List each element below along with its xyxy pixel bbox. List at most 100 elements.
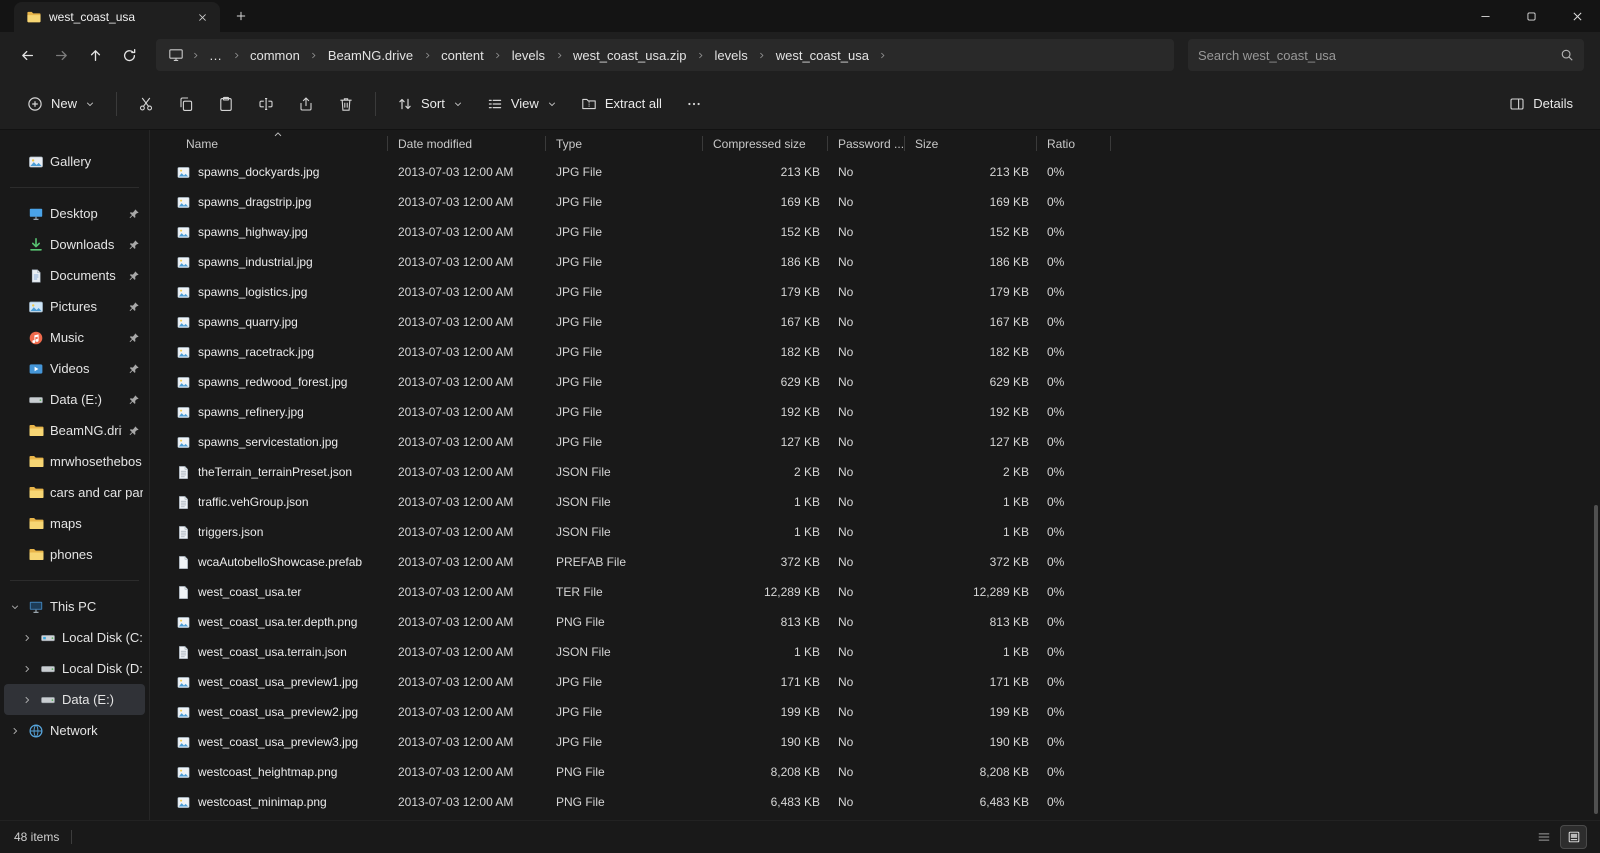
cut-button[interactable] bbox=[127, 86, 165, 122]
file-row[interactable]: spawns_industrial.jpg 2013-07-03 12:00 AM… bbox=[176, 247, 1600, 277]
search-box[interactable] bbox=[1188, 39, 1584, 71]
refresh-button[interactable] bbox=[112, 38, 146, 72]
file-compressed: 169 KB bbox=[780, 195, 820, 209]
sidebar-item-data-e[interactable]: Data (E:) bbox=[4, 684, 145, 715]
file-row[interactable]: spawns_redwood_forest.jpg 2013-07-03 12:0… bbox=[176, 367, 1600, 397]
column-header-password[interactable]: Password ... bbox=[828, 130, 905, 157]
delete-button[interactable] bbox=[327, 86, 365, 122]
chevron-down-icon[interactable] bbox=[8, 600, 22, 614]
sidebar-item-this-pc[interactable]: This PC bbox=[4, 591, 145, 622]
sidebar-item-mrwhosethebos[interactable]: mrwhosethebos bbox=[4, 446, 145, 477]
minimize-button[interactable] bbox=[1462, 0, 1508, 32]
file-row[interactable]: theTerrain_terrainPreset.json 2013-07-03 … bbox=[176, 457, 1600, 487]
back-button[interactable] bbox=[10, 38, 44, 72]
sidebar-item-gallery[interactable]: Gallery bbox=[4, 146, 145, 177]
sort-button[interactable]: Sort bbox=[386, 86, 474, 122]
file-row[interactable]: spawns_servicestation.jpg 2013-07-03 12:0… bbox=[176, 427, 1600, 457]
sidebar-divider bbox=[10, 580, 139, 581]
sidebar-item-videos[interactable]: Videos bbox=[4, 353, 145, 384]
more-options-button[interactable] bbox=[675, 86, 713, 122]
large-icons-view-toggle[interactable] bbox=[1561, 826, 1586, 848]
up-button[interactable] bbox=[78, 38, 112, 72]
address-bar[interactable]: … common BeamNG.drive content levels west_co… bbox=[156, 39, 1174, 71]
sidebar-item-pictures[interactable]: Pictures bbox=[4, 291, 145, 322]
image-file-icon bbox=[176, 375, 191, 390]
command-toolbar: New Sort View Extract all Details bbox=[0, 78, 1600, 130]
column-header-type[interactable]: Type bbox=[546, 130, 703, 157]
new-button[interactable]: New bbox=[16, 86, 106, 122]
breadcrumb-item-levels[interactable]: levels bbox=[505, 39, 552, 71]
maximize-button[interactable] bbox=[1508, 0, 1554, 32]
column-header-ratio[interactable]: Ratio bbox=[1037, 130, 1111, 157]
column-header-name[interactable]: Name bbox=[176, 130, 388, 157]
column-header-compressed-size[interactable]: Compressed size bbox=[703, 130, 828, 157]
file-row[interactable]: spawns_dragstrip.jpg 2013-07-03 12:00 AM J… bbox=[176, 187, 1600, 217]
breadcrumb-item-common[interactable]: common bbox=[243, 39, 307, 71]
chevron-right-icon bbox=[307, 48, 321, 62]
extract-all-button[interactable]: Extract all bbox=[570, 86, 673, 122]
file-row[interactable]: west_coast_usa_preview2.jpg 2013-07-03 12… bbox=[176, 697, 1600, 727]
file-row[interactable]: spawns_dockyards.jpg 2013-07-03 12:00 AM J… bbox=[176, 157, 1600, 187]
chevron-right-icon[interactable] bbox=[20, 693, 34, 707]
column-header-label: Name bbox=[186, 136, 219, 151]
breadcrumb-item-west-coast-usa[interactable]: west_coast_usa bbox=[769, 39, 876, 71]
sidebar-item-data-e[interactable]: Data (E:) bbox=[4, 384, 145, 415]
column-header-label: Type bbox=[556, 136, 583, 151]
column-header-size[interactable]: Size bbox=[905, 130, 1037, 157]
chevron-right-icon[interactable] bbox=[8, 724, 22, 738]
doc-file-icon bbox=[176, 585, 191, 600]
breadcrumb-item-west-coast-usa-zip[interactable]: west_coast_usa.zip bbox=[566, 39, 693, 71]
file-row[interactable]: triggers.json 2013-07-03 12:00 AM JSON Fil… bbox=[176, 517, 1600, 547]
file-row[interactable]: west_coast_usa.ter.depth.png 2013-07-03 1… bbox=[176, 607, 1600, 637]
chevron-right-icon[interactable] bbox=[20, 662, 34, 676]
sidebar-item-music[interactable]: Music bbox=[4, 322, 145, 353]
share-button[interactable] bbox=[287, 86, 325, 122]
column-header-date-modified[interactable]: Date modified bbox=[388, 130, 546, 157]
copy-button[interactable] bbox=[167, 86, 205, 122]
file-row[interactable]: spawns_quarry.jpg 2013-07-03 12:00 AM JPG … bbox=[176, 307, 1600, 337]
file-row[interactable]: spawns_logistics.jpg 2013-07-03 12:00 AM J… bbox=[176, 277, 1600, 307]
file-row[interactable]: spawns_refinery.jpg 2013-07-03 12:00 AM JP… bbox=[176, 397, 1600, 427]
sidebar-item-cars-and-car-par[interactable]: cars and car par bbox=[4, 477, 145, 508]
pin-icon bbox=[128, 301, 140, 313]
breadcrumb-item-beamng-drive[interactable]: BeamNG.drive bbox=[321, 39, 420, 71]
sidebar-item-documents[interactable]: Documents bbox=[4, 260, 145, 291]
paste-button[interactable] bbox=[207, 86, 245, 122]
vertical-scrollbar[interactable] bbox=[1594, 505, 1598, 814]
search-input[interactable] bbox=[1198, 47, 1552, 63]
explorer-tab[interactable]: west_coast_usa bbox=[14, 2, 220, 32]
sidebar-item-downloads[interactable]: Downloads bbox=[4, 229, 145, 260]
sidebar-item-desktop[interactable]: Desktop bbox=[4, 198, 145, 229]
file-row[interactable]: westcoast_heightmap.png 2013-07-03 12:00 … bbox=[176, 757, 1600, 787]
chevron-right-icon[interactable] bbox=[20, 631, 34, 645]
file-row[interactable]: west_coast_usa_preview1.jpg 2013-07-03 12… bbox=[176, 667, 1600, 697]
file-row[interactable]: westcoast_minimap.png 2013-07-03 12:00 AM… bbox=[176, 787, 1600, 817]
sidebar-item-maps[interactable]: maps bbox=[4, 508, 145, 539]
sidebar-item-phones[interactable]: phones bbox=[4, 539, 145, 570]
details-view-toggle[interactable] bbox=[1531, 826, 1556, 848]
view-button[interactable]: View bbox=[476, 86, 568, 122]
file-row[interactable]: traffic.vehGroup.json 2013-07-03 12:00 AM… bbox=[176, 487, 1600, 517]
sidebar-item-local-disk-d[interactable]: Local Disk (D:) bbox=[4, 653, 145, 684]
view-toggles bbox=[1531, 826, 1586, 848]
file-row[interactable]: west_coast_usa_preview3.jpg 2013-07-03 12… bbox=[176, 727, 1600, 757]
breadcrumb-ellipsis-button[interactable]: … bbox=[202, 39, 229, 71]
file-row[interactable]: wcaAutobelloShowcase.prefab 2013-07-03 12… bbox=[176, 547, 1600, 577]
breadcrumb-item-content[interactable]: content bbox=[434, 39, 491, 71]
new-tab-button[interactable] bbox=[228, 3, 254, 29]
file-row[interactable]: spawns_racetrack.jpg 2013-07-03 12:00 AM J… bbox=[176, 337, 1600, 367]
sidebar-item-local-disk-c[interactable]: Local Disk (C:) bbox=[4, 622, 145, 653]
sidebar-item-beamng-driv[interactable]: BeamNG.driv bbox=[4, 415, 145, 446]
close-window-button[interactable] bbox=[1554, 0, 1600, 32]
details-pane-button[interactable]: Details bbox=[1498, 86, 1584, 122]
file-row[interactable]: west_coast_usa.terrain.json 2013-07-03 12… bbox=[176, 637, 1600, 667]
tab-close-button[interactable] bbox=[190, 6, 214, 28]
breadcrumb-item-levels[interactable]: levels bbox=[707, 39, 754, 71]
forward-button[interactable] bbox=[44, 38, 78, 72]
folder-icon bbox=[26, 10, 41, 25]
file-row[interactable]: spawns_highway.jpg 2013-07-03 12:00 AM JPG… bbox=[176, 217, 1600, 247]
sidebar-item-network[interactable]: Network bbox=[4, 715, 145, 746]
network-icon bbox=[28, 723, 44, 739]
rename-button[interactable] bbox=[247, 86, 285, 122]
file-row[interactable]: west_coast_usa.ter 2013-07-03 12:00 AM TER… bbox=[176, 577, 1600, 607]
